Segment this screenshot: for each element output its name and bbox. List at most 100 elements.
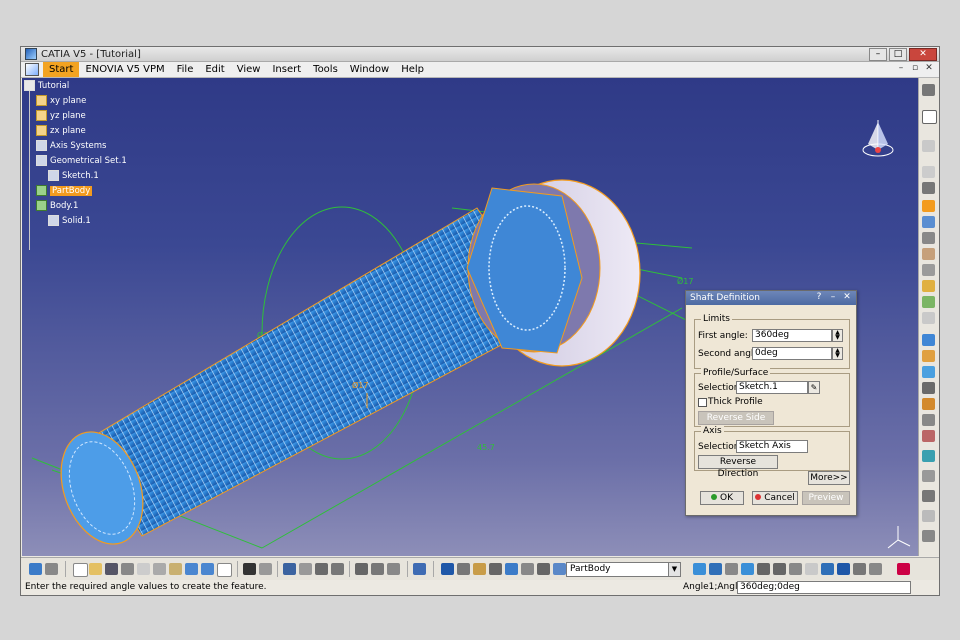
paste-icon[interactable] xyxy=(169,563,182,575)
snap-icon[interactable] xyxy=(505,563,518,575)
swap-visible-space-icon[interactable] xyxy=(853,563,866,575)
measure-between-icon[interactable] xyxy=(473,563,486,575)
rotate-icon[interactable] xyxy=(741,563,754,575)
apply-material-icon[interactable] xyxy=(922,510,935,522)
hole-icon[interactable] xyxy=(922,264,935,276)
normal-view-icon[interactable] xyxy=(789,563,802,575)
cut-icon[interactable] xyxy=(137,563,150,575)
doc-restore-button[interactable]: ▫ xyxy=(909,63,921,74)
doc-close-button[interactable]: ✕ xyxy=(923,63,935,74)
grid-icon[interactable] xyxy=(521,563,534,575)
render-icon[interactable] xyxy=(387,563,400,575)
menu-edit[interactable]: Edit xyxy=(199,62,230,77)
menu-start[interactable]: Start xyxy=(43,62,80,77)
parameters-icon[interactable] xyxy=(537,563,550,575)
layer-icon[interactable] xyxy=(355,563,368,575)
chevron-down-icon[interactable]: ▼ xyxy=(668,563,680,576)
ok-button[interactable]: OK xyxy=(700,491,744,505)
transparency-icon[interactable] xyxy=(299,563,312,575)
tree-node-root[interactable]: Tutorial xyxy=(24,79,69,92)
linetype-icon[interactable] xyxy=(331,563,344,575)
menu-view[interactable]: View xyxy=(231,62,267,77)
tree-node-xy-plane[interactable]: xy plane xyxy=(36,94,86,107)
reverse-side-button[interactable]: Reverse Side xyxy=(698,411,774,425)
axis-triad-icon[interactable] xyxy=(922,530,935,542)
new-file-icon[interactable] xyxy=(73,563,88,577)
knowledge-icon[interactable] xyxy=(259,563,272,575)
tree-node-geometrical-set[interactable]: Geometrical Set.1 xyxy=(36,154,127,167)
update-icon[interactable] xyxy=(413,563,426,575)
sketcher-icon[interactable] xyxy=(922,140,935,152)
pad-icon[interactable] xyxy=(922,200,935,212)
shell-icon[interactable] xyxy=(922,366,935,378)
maximize-button[interactable]: □ xyxy=(889,48,907,61)
shading-icon[interactable] xyxy=(821,563,834,575)
tree-node-solid[interactable]: Solid.1 xyxy=(48,214,91,227)
pattern-icon[interactable] xyxy=(922,430,935,442)
fillet-icon[interactable] xyxy=(922,312,935,324)
part-body-select[interactable]: PartBody ▼ xyxy=(566,562,681,577)
dialog-close-button[interactable]: ✕ xyxy=(840,292,854,303)
save-icon[interactable] xyxy=(105,563,118,575)
first-angle-spinner[interactable]: ▲ ▼ xyxy=(832,329,843,342)
line-weight-icon[interactable] xyxy=(315,563,328,575)
zoom-out-icon[interactable] xyxy=(773,563,786,575)
shaft-icon[interactable] xyxy=(922,232,935,244)
tree-node-yz-plane[interactable]: yz plane xyxy=(36,109,86,122)
fit-all-icon[interactable] xyxy=(709,563,722,575)
slot-icon[interactable] xyxy=(922,296,935,308)
mirror-icon[interactable] xyxy=(922,414,935,426)
menu-enovia[interactable]: ENOVIA V5 VPM xyxy=(79,62,170,77)
tree-node-partbody[interactable]: PartBody xyxy=(36,184,93,197)
copy-icon[interactable] xyxy=(153,563,166,575)
fly-mode-icon[interactable] xyxy=(693,563,706,575)
3d-viewport[interactable]: 45.7 Ø10 Ø17 75 Ø17 xyxy=(22,78,918,556)
thickness-icon[interactable] xyxy=(922,382,935,394)
compass-icon[interactable] xyxy=(860,116,896,164)
view-mode-icon[interactable] xyxy=(869,563,882,575)
close-button[interactable]: ✕ xyxy=(909,48,937,61)
zoom-in-icon[interactable] xyxy=(757,563,770,575)
dialog-help-button[interactable]: ? xyxy=(812,292,826,303)
hide-show-icon[interactable] xyxy=(837,563,850,575)
print-icon[interactable] xyxy=(121,563,134,575)
doc-minimize-button[interactable]: – xyxy=(895,63,907,74)
tree-node-sketch[interactable]: Sketch.1 xyxy=(48,169,99,182)
pan-icon[interactable] xyxy=(725,563,738,575)
sketch-analysis-icon[interactable] xyxy=(441,563,454,575)
minimize-button[interactable]: – xyxy=(869,48,887,61)
catalog-icon[interactable] xyxy=(45,563,58,575)
open-folder-icon[interactable] xyxy=(89,563,102,575)
catia-menu-icon[interactable] xyxy=(25,63,39,76)
tree-node-body[interactable]: Body.1 xyxy=(36,199,78,212)
undo-icon[interactable] xyxy=(185,563,198,575)
redo-icon[interactable] xyxy=(201,563,214,575)
menu-tools[interactable]: Tools xyxy=(307,62,344,77)
draft-icon[interactable] xyxy=(922,350,935,362)
reference-element-icon[interactable] xyxy=(922,166,935,178)
dimension-icon[interactable] xyxy=(489,563,502,575)
properties-icon[interactable] xyxy=(371,563,384,575)
axis-selection-field[interactable]: Sketch Axis xyxy=(736,440,808,453)
second-angle-field[interactable]: 0deg xyxy=(752,347,832,360)
menu-file[interactable]: File xyxy=(171,62,200,77)
reverse-direction-button[interactable]: Reverse Direction xyxy=(698,455,778,479)
tools-icon[interactable] xyxy=(29,563,42,575)
profile-selection-field[interactable]: Sketch.1 xyxy=(736,381,808,394)
first-angle-field[interactable]: 360deg xyxy=(752,329,832,342)
second-angle-spinner[interactable]: ▲ ▼ xyxy=(832,347,843,360)
cancel-button[interactable]: Cancel xyxy=(752,491,798,505)
dialog-minimize-button[interactable]: – xyxy=(826,292,840,303)
point-icon[interactable] xyxy=(922,182,935,194)
constraint-icon[interactable] xyxy=(457,563,470,575)
part-body-icon[interactable] xyxy=(553,563,566,575)
gear-icon[interactable] xyxy=(922,84,935,96)
pocket-icon[interactable] xyxy=(922,216,935,228)
groove-icon[interactable] xyxy=(922,248,935,260)
color-icon[interactable] xyxy=(283,563,296,575)
quick-view-icon[interactable] xyxy=(805,563,818,575)
thick-profile-checkbox[interactable] xyxy=(698,398,707,407)
measure-icon[interactable] xyxy=(922,490,935,502)
scale-icon[interactable] xyxy=(922,450,935,462)
preview-button[interactable]: Preview xyxy=(802,491,850,505)
